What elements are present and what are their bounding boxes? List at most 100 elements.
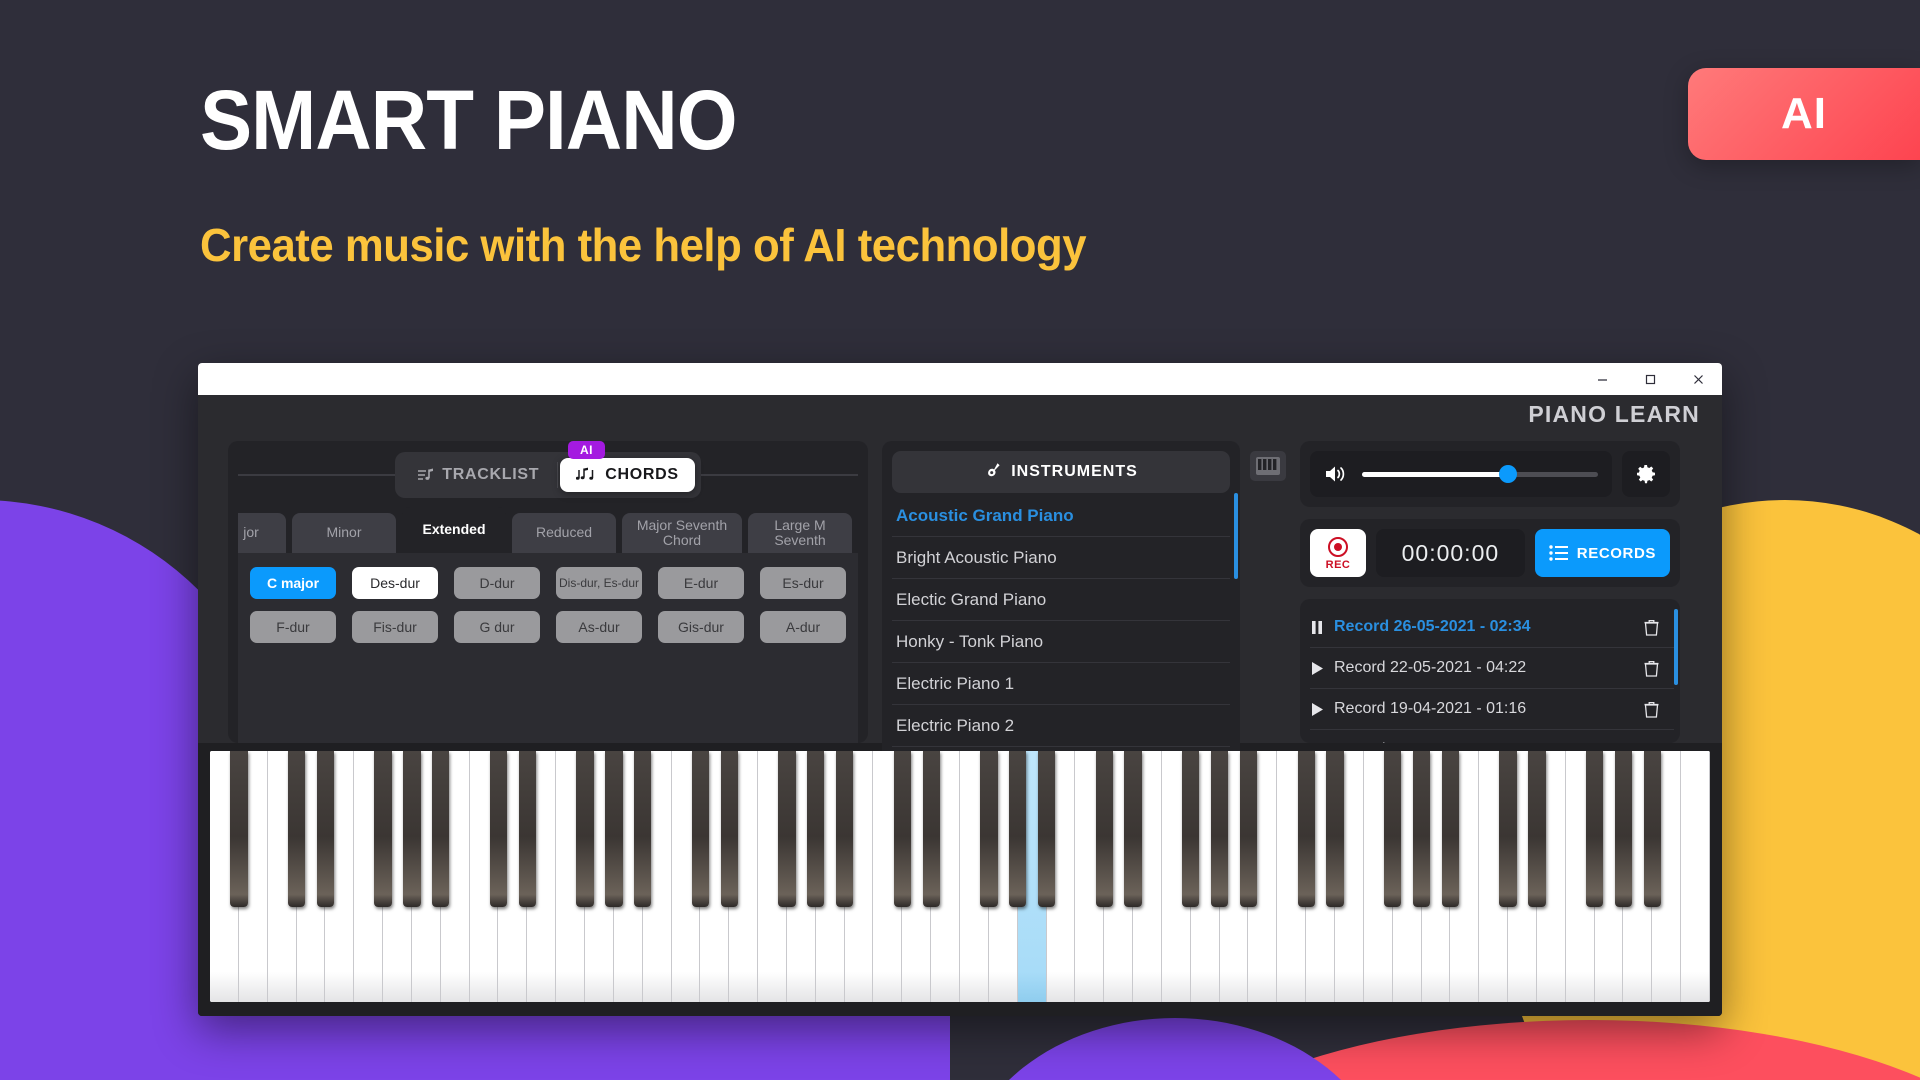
piano-black-key[interactable] [489,751,508,907]
piano-black-key[interactable] [720,751,738,907]
tab-minor[interactable]: Minor [292,513,396,553]
piano-black-key[interactable] [1297,751,1315,907]
piano-black-key[interactable] [922,751,940,907]
chord-button[interactable]: Gis-dur [658,611,744,643]
piano-black-key[interactable] [576,751,594,907]
record-row[interactable]: Record 22-05-2021 - 04:22 [1310,648,1674,689]
piano-black-key[interactable] [518,751,536,907]
piano-keyboard[interactable] [210,751,1710,1002]
piano-black-key[interactable] [893,751,911,907]
chord-button[interactable]: E-dur [658,567,744,599]
minimize-button[interactable] [1578,363,1626,395]
tab-major-label: jor [243,524,259,541]
tab-chords[interactable]: CHORDS [560,458,695,492]
record-button[interactable]: REC [1310,529,1366,577]
poster-canvas: SMART PIANO Create music with the help o… [0,0,1920,1080]
chord-button[interactable]: Dis-dur, Es-dur [556,567,642,599]
piano-black-key[interactable] [835,751,854,907]
chord-button[interactable]: A-dur [760,611,846,643]
piano-white-key[interactable] [1681,751,1710,1002]
piano-black-key[interactable] [1412,751,1431,907]
list-item[interactable]: Electic Grand Piano [892,579,1230,621]
list-item[interactable]: Acoustic Grand Piano [892,495,1230,537]
instruments-scrollbar[interactable] [1234,493,1238,579]
piano-black-key[interactable] [403,751,421,907]
tab-chords-label: CHORDS [605,466,679,483]
play-icon[interactable] [1310,702,1324,716]
play-icon[interactable] [1310,661,1324,675]
settings-button[interactable] [1622,451,1670,497]
close-button[interactable] [1674,363,1722,395]
chord-button[interactable]: Es-dur [760,567,846,599]
maximize-button[interactable] [1626,363,1674,395]
volume-slider-knob[interactable] [1499,465,1518,483]
records-scrollbar[interactable] [1674,609,1678,685]
piano-black-key[interactable] [807,751,825,907]
trash-icon[interactable] [1642,619,1660,636]
piano-black-key[interactable] [1614,751,1633,907]
piano-black-key[interactable] [1643,751,1661,907]
chord-button[interactable]: C major [250,567,336,599]
piano-black-key[interactable] [1441,751,1460,907]
trash-icon[interactable] [1642,742,1660,743]
records-button-label: RECORDS [1576,544,1656,562]
piano-black-key[interactable] [1182,751,1200,907]
piano-black-key[interactable] [1124,751,1142,907]
piano-black-key[interactable] [980,751,998,907]
pause-icon[interactable] [1310,620,1324,634]
piano-black-key[interactable] [1009,751,1027,907]
tab-large-minor-seventh[interactable]: Large M Seventh [748,513,852,553]
chord-button[interactable]: As-dur [556,611,642,643]
piano-black-key[interactable] [1095,751,1113,907]
piano-black-key[interactable] [230,751,248,907]
list-item[interactable]: Electric Piano 1 [892,663,1230,705]
piano-black-key[interactable] [1037,751,1056,907]
piano-black-key[interactable] [374,751,392,907]
piano-black-key[interactable] [1528,751,1546,907]
piano-black-key[interactable] [1384,751,1402,907]
page-subtitle: Create music with the help of AI technol… [200,219,1087,271]
divider-left [238,474,396,476]
list-item[interactable]: Honky - Tonk Piano [892,621,1230,663]
volume-slider[interactable] [1362,465,1598,483]
speaker-icon[interactable] [1324,464,1350,484]
piano-keys-icon[interactable] [1250,451,1286,481]
piano-black-key[interactable] [316,751,335,907]
trash-icon[interactable] [1642,660,1660,677]
tab-tracklist[interactable]: TRACKLIST [401,458,555,492]
chord-button[interactable]: Des-dur [352,567,438,599]
piano-black-key[interactable] [1326,751,1344,907]
mode-switcher-separator [557,462,559,488]
mode-switcher-group: TRACKLIST CHORDS [395,452,701,498]
chord-button[interactable]: G dur [454,611,540,643]
tab-reduced[interactable]: Reduced [512,513,616,553]
chord-button[interactable]: F-dur [250,611,336,643]
chord-button[interactable]: D-dur [454,567,540,599]
piano-black-key[interactable] [778,751,796,907]
piano-black-key[interactable] [1585,751,1604,907]
piano-black-key[interactable] [432,751,450,907]
piano-black-key[interactable] [691,751,710,907]
tab-major-seventh-chord[interactable]: Major Seventh Chord [622,513,742,553]
tab-extended[interactable]: Extended [402,507,506,553]
piano-black-key[interactable] [287,751,306,907]
piano-black-key[interactable] [1210,751,1229,907]
panels-row: TRACKLIST CHORDS AI jor Minor Extended R… [198,395,1722,775]
record-row[interactable]: Record 11-04-2021 - 00:24 [1310,730,1674,743]
piano-black-key[interactable] [605,751,623,907]
list-item[interactable]: Electric Piano 2 [892,705,1230,747]
piano-black-key[interactable] [1239,751,1258,907]
instruments-header-label: INSTRUMENTS [1011,463,1138,480]
chord-row: F-dur Fis-dur G dur As-dur Gis-dur A-dur [250,611,846,643]
piano-black-key[interactable] [634,751,652,907]
record-row[interactable]: Record 19-04-2021 - 01:16 [1310,689,1674,730]
record-row[interactable]: Record 26-05-2021 - 02:34 [1310,607,1674,648]
tab-major[interactable]: jor [238,513,286,553]
trash-icon[interactable] [1642,701,1660,718]
list-item[interactable]: Bright Acoustic Piano [892,537,1230,579]
piano-black-key[interactable] [1499,751,1517,907]
guitar-icon [984,462,1001,482]
chord-button[interactable]: Fis-dur [352,611,438,643]
minimize-icon [1597,378,1607,381]
records-button[interactable]: RECORDS [1534,529,1670,577]
